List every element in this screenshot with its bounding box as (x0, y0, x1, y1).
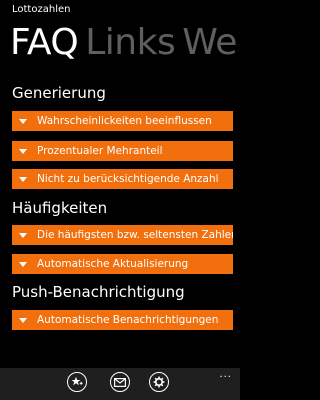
expand-arrow-icon (19, 148, 27, 154)
faq-item-label: Wahrscheinlickeiten beeinflussen (37, 115, 212, 127)
section-title-generierung: Generierung (12, 84, 106, 102)
faq-item-label: Automatische Benachrichtigungen (37, 314, 219, 326)
pivot-header-weit[interactable]: Weit (182, 18, 240, 68)
expand-arrow-icon (19, 232, 27, 238)
faq-item-label: Nicht zu berücksichtigende Anzahl (37, 173, 219, 185)
faq-item-label: Prozentualer Mehranteil (37, 145, 163, 157)
faq-item-label: Automatische Aktualisierung (37, 258, 189, 270)
faq-item-automatische-aktualisierung[interactable]: Automatische Aktualisierung (12, 254, 233, 274)
expand-arrow-icon (19, 261, 27, 267)
app-bar: ... (0, 368, 240, 400)
pivot-header-faq[interactable]: FAQ (10, 18, 79, 68)
settings-button[interactable] (149, 372, 169, 392)
mail-button[interactable] (110, 372, 130, 392)
mail-icon (114, 377, 126, 387)
app-title: Lottozahlen (12, 4, 71, 15)
faq-item-haeufigsten-seltensten-zahlen[interactable]: Die häufigsten bzw. seltensten Zahlen (12, 225, 233, 245)
more-options-button[interactable]: ... (219, 370, 232, 380)
faq-item-wahrscheinlichkeiten[interactable]: Wahrscheinlickeiten beeinflussen (12, 111, 233, 131)
expand-arrow-icon (19, 118, 27, 124)
faq-item-automatische-benachrichtigungen[interactable]: Automatische Benachrichtigungen (12, 310, 233, 330)
pivot-headers: FAQLinksWeit (10, 18, 240, 68)
faq-item-label: Die häufigsten bzw. seltensten Zahlen (37, 229, 233, 241)
faq-item-prozentualer-mehranteil[interactable]: Prozentualer Mehranteil (12, 141, 233, 161)
expand-arrow-icon (19, 176, 27, 182)
section-title-haeufigkeiten: Häufigkeiten (12, 199, 108, 217)
pivot-header-links[interactable]: Links (85, 18, 175, 68)
expand-arrow-icon (19, 317, 27, 323)
star-add-icon (71, 376, 83, 386)
section-title-push-benachrichtigung: Push-Benachrichtigung (12, 283, 185, 301)
settings-icon (153, 376, 165, 388)
star-add-button[interactable] (67, 372, 87, 392)
faq-item-nicht-zu-beruecksichtigende-anzahl[interactable]: Nicht zu berücksichtigende Anzahl (12, 169, 233, 189)
